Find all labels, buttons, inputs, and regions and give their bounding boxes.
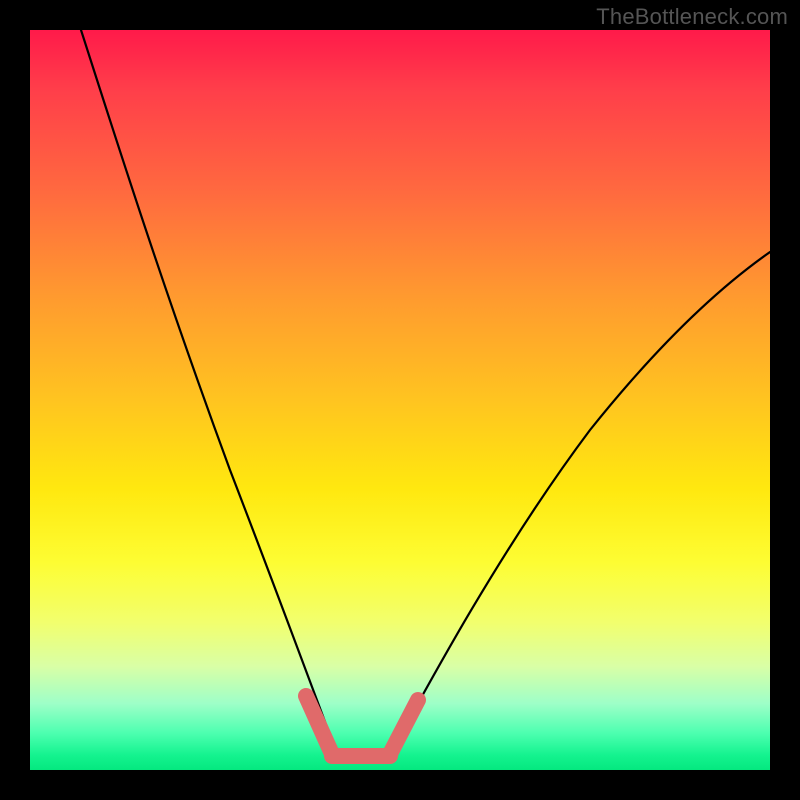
curve-layer (30, 30, 770, 770)
plot-area (30, 30, 770, 770)
watermark-text: TheBottleneck.com (596, 4, 788, 30)
right-curve (386, 252, 770, 762)
left-curve (81, 30, 340, 762)
accent-right (390, 700, 418, 754)
